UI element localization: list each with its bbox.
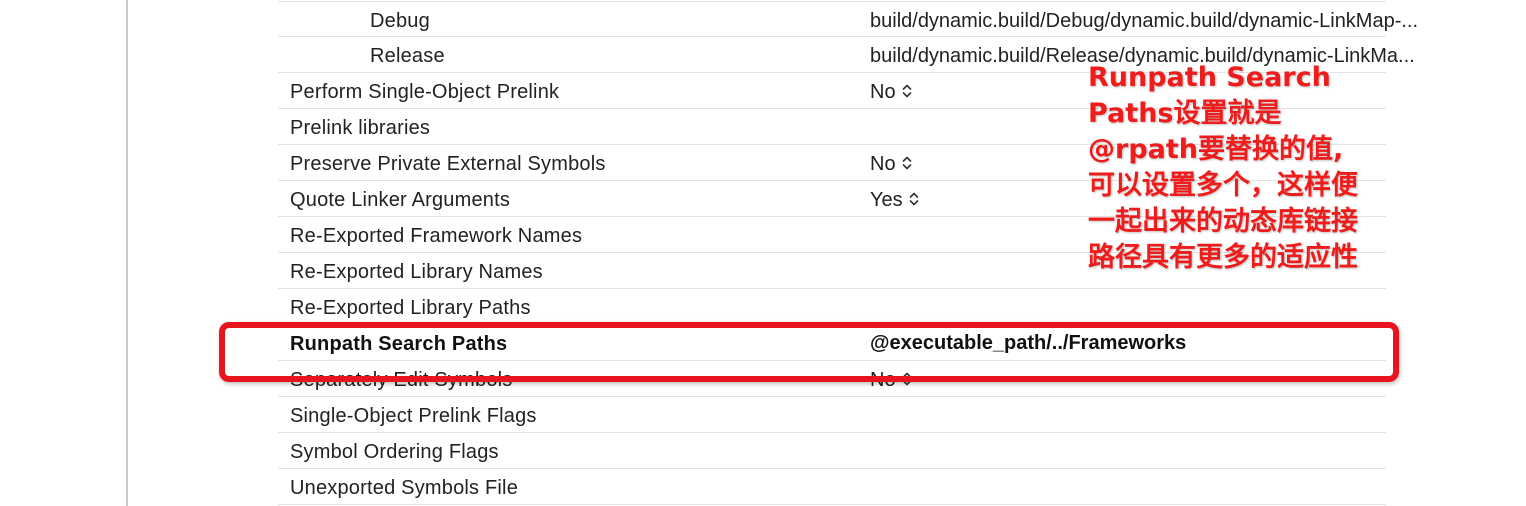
setting-label: Re-Exported Library Names [290, 261, 543, 283]
popup-value: Yes [870, 189, 903, 211]
setting-label: Separately Edit Symbols [290, 369, 513, 391]
annotation-line: 可以设置多个，这样便 [1088, 170, 1358, 201]
setting-label: Re-Exported Framework Names [290, 225, 583, 247]
annotation-line: Runpath Search [1088, 62, 1331, 93]
setting-popup[interactable]: No [870, 145, 912, 180]
setting-row-unexported-symbols-file[interactable]: Unexported Symbols File [278, 469, 1386, 505]
setting-value[interactable]: @executable_path/../Frameworks [870, 325, 1186, 360]
annotation-line: Paths设置就是 [1088, 98, 1282, 129]
up-down-chevron-icon [902, 372, 911, 386]
setting-row-single-object-prelink-flags[interactable]: Single-Object Prelink Flags [278, 397, 1386, 433]
up-down-chevron-icon [902, 156, 911, 170]
up-down-chevron-icon [902, 84, 911, 98]
setting-label: Unexported Symbols File [290, 477, 519, 499]
annotation-callout: Runpath Search Paths设置就是 @rpath要替换的值, 可以… [1088, 60, 1388, 276]
popup-value: No [870, 369, 896, 391]
setting-value[interactable]: build/dynamic.build/Debug/dynamic.build/… [870, 2, 1418, 37]
setting-popup[interactable]: No [870, 73, 912, 108]
setting-row-debug[interactable]: Debug build/dynamic.build/Debug/dynamic.… [278, 1, 1418, 37]
build-settings-view: Debug build/dynamic.build/Debug/dynamic.… [0, 0, 1526, 506]
annotation-line: 路径具有更多的适应性 [1088, 242, 1358, 273]
sidebar-divider [126, 0, 128, 506]
setting-popup[interactable]: Yes [870, 181, 919, 216]
setting-label: Quote Linker Arguments [290, 189, 511, 211]
setting-label: Perform Single-Object Prelink [290, 81, 560, 103]
popup-value: No [870, 81, 896, 103]
annotation-line: 一起出来的动态库链接 [1088, 206, 1358, 237]
setting-label: Debug [370, 10, 430, 32]
setting-row-re-exported-library-paths[interactable]: Re-Exported Library Paths [278, 289, 1386, 325]
setting-row-runpath-search-paths[interactable]: Runpath Search Paths @executable_path/..… [278, 325, 1386, 361]
setting-label: Runpath Search Paths [290, 333, 508, 355]
annotation-line: @rpath要替换的值, [1088, 134, 1344, 165]
setting-label: Prelink libraries [290, 117, 431, 139]
setting-label: Release [370, 45, 445, 67]
setting-label: Preserve Private External Symbols [290, 153, 606, 175]
up-down-chevron-icon [909, 192, 918, 206]
popup-value: No [870, 153, 896, 175]
setting-label: Single-Object Prelink Flags [290, 405, 537, 427]
setting-row-separately-edit-symbols[interactable]: Separately Edit Symbols No [278, 361, 1386, 397]
setting-row-symbol-ordering-flags[interactable]: Symbol Ordering Flags [278, 433, 1386, 469]
setting-label: Re-Exported Library Paths [290, 297, 531, 319]
setting-popup[interactable]: No [870, 361, 912, 396]
setting-label: Symbol Ordering Flags [290, 441, 499, 463]
